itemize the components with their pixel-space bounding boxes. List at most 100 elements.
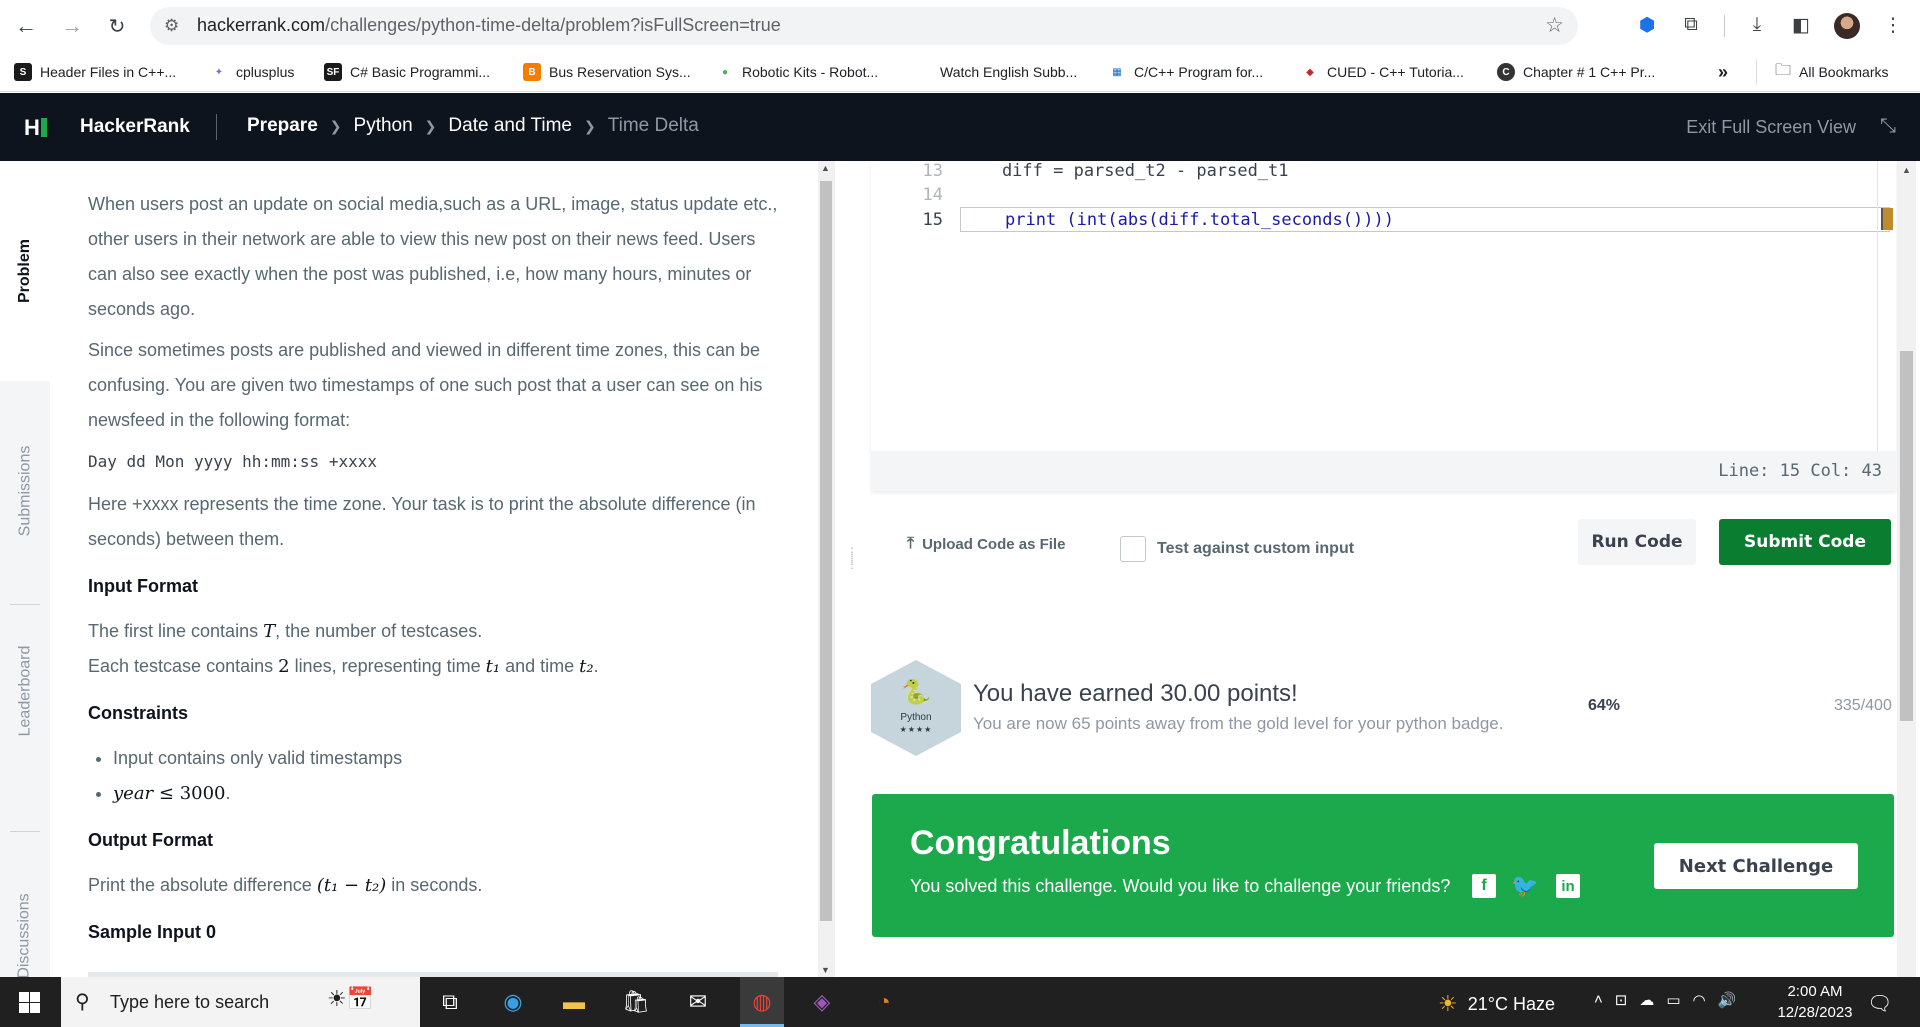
tab-leaderboard[interactable]: Leaderboard (0, 606, 50, 776)
next-challenge-button[interactable]: Next Challenge (1654, 843, 1858, 889)
cloud-icon[interactable]: ☁ (1639, 991, 1654, 1009)
upload-code-button[interactable]: ⤒ Upload Code as File (907, 535, 1065, 553)
taskbar-search-box[interactable]: ⚲ Type here to search ☀📅 (61, 977, 420, 1027)
file-explorer-icon[interactable]: ▬ (558, 987, 590, 1017)
overview-ruler-marker (1881, 208, 1893, 230)
edge-icon[interactable]: ◉ (497, 987, 529, 1017)
input-format-line: Each testcase contains 2 lines, represen… (88, 656, 599, 677)
custom-input-checkbox[interactable] (1120, 536, 1146, 562)
custom-input-toggle[interactable]: Test against custom input (1120, 536, 1354, 562)
badge-stars: ★★★★ (899, 725, 933, 734)
linkedin-icon[interactable]: in (1556, 874, 1580, 898)
points-earned: You have earned 30.00 points! (973, 680, 1298, 707)
tray-app-icon[interactable]: ⊡ (1615, 991, 1628, 1009)
bookmarks-divider (1756, 60, 1757, 84)
extension-icon[interactable]: ⬢ (1634, 12, 1660, 38)
breadcrumb-prepare[interactable]: Prepare (247, 115, 318, 137)
bookmark-item[interactable]: Watch English Subb... (914, 62, 1077, 82)
wifi-icon[interactable]: ◠ (1693, 991, 1706, 1009)
scroll-up-icon[interactable]: ▲ (821, 163, 830, 173)
code-editor[interactable]: 13 diff = parsed_t2 - parsed_t1 14 15 pr… (871, 161, 1896, 491)
side-panel-icon[interactable]: ◧ (1788, 12, 1814, 38)
volume-icon[interactable]: 🔊 (1718, 991, 1737, 1009)
bookmark-item[interactable]: B Bus Reservation Sys... (523, 62, 691, 82)
output-format-line: Print the absolute difference (t₁ − t₂) … (88, 875, 483, 896)
breadcrumb-date-and-time[interactable]: Date and Time (448, 115, 572, 137)
submit-code-button[interactable]: Submit Code (1719, 519, 1891, 565)
tab-problem[interactable]: Problem (0, 161, 50, 381)
bookmark-item[interactable]: C Chapter # 1 C++ Pr... (1497, 62, 1655, 82)
code-line[interactable]: 13 diff = parsed_t2 - parsed_t1 (871, 161, 1896, 186)
twitter-icon[interactable]: 🐦 (1511, 873, 1538, 898)
page-scrollbar[interactable]: ▲ (1897, 161, 1916, 977)
tray-chevron-up-icon[interactable]: ˄ (1594, 991, 1603, 1009)
extensions-puzzle-icon[interactable]: ⧉ (1678, 12, 1704, 38)
timestamp-format: Day dd Mon yyyy hh:mm:ss +xxxx (88, 452, 377, 471)
clock-time: 2:00 AM (1787, 983, 1843, 1000)
congrats-message: You solved this challenge. Would you lik… (910, 876, 1451, 896)
collapse-icon[interactable]: ⤡ (1880, 115, 1896, 138)
facebook-icon[interactable]: f (1472, 874, 1496, 898)
browser-toolbar: ← → ↻ ⚙ hackerrank.com/challenges/python… (0, 0, 1920, 52)
windows-start-icon[interactable] (19, 992, 40, 1013)
problem-scrollbar[interactable]: ▲ ▼ (818, 161, 835, 977)
weather-widget[interactable]: ☀ 21°C Haze (1438, 991, 1555, 1017)
editor-ruler (1877, 161, 1878, 451)
paint-icon[interactable]: ◈ (806, 987, 838, 1017)
bookmark-item[interactable]: ✦ cplusplus (210, 62, 295, 82)
scrollbar-thumb[interactable] (1900, 351, 1913, 721)
all-bookmarks[interactable]: 🗀 All Bookmarks (1775, 62, 1888, 82)
points-away-message: You are now 65 points away from the gold… (973, 714, 1504, 733)
bookmarks-bar: S Header Files in C++... ✦ cplusplus SF C# … (0, 52, 1920, 92)
notification-icon[interactable]: 🗨 (1867, 991, 1892, 1016)
constraints-list: Input contains only valid timestamps yea… (113, 741, 778, 811)
brand-name[interactable]: HackerRank (80, 116, 190, 138)
breadcrumb-python[interactable]: Python (354, 115, 413, 137)
scroll-down-icon[interactable]: ▼ (821, 965, 830, 975)
tab-divider (10, 831, 40, 832)
drag-handle-icon[interactable]: ⋮ ⋮ ⋮ (846, 546, 859, 570)
bookmark-item[interactable]: SF C# Basic Programmi... (324, 62, 490, 82)
tab-submissions[interactable]: Submissions (0, 381, 50, 601)
back-icon[interactable]: ← (12, 12, 40, 40)
weather-sun-icon: ☀ (1438, 991, 1458, 1016)
problem-paragraph: When users post an update on social medi… (88, 194, 778, 319)
chevron-right-icon: ❯ (329, 117, 342, 134)
site-info-icon[interactable]: ⚙ (164, 16, 179, 36)
forward-icon[interactable]: → (58, 12, 86, 40)
profile-avatar[interactable] (1834, 13, 1860, 39)
hackerrank-logo[interactable]: H (24, 115, 47, 141)
mail-icon[interactable]: ✉ (682, 987, 714, 1017)
exit-fullscreen-link[interactable]: Exit Full Screen View (1686, 117, 1856, 138)
scrollbar-thumb[interactable] (820, 181, 832, 921)
more-bookmarks-chevron-icon[interactable]: » (1718, 62, 1728, 82)
address-bar[interactable]: ⚙ hackerrank.com/challenges/python-time-… (150, 7, 1578, 45)
panel-resizer[interactable]: ⋮ ⋮ ⋮ (835, 161, 865, 977)
cursor-position: Line: 15 Col: 43 (1718, 461, 1882, 481)
run-code-button[interactable]: Run Code (1578, 519, 1696, 565)
bookmark-star-icon[interactable]: ☆ (1545, 13, 1564, 38)
badge-hexagon (871, 660, 961, 756)
download-icon[interactable]: ⤓ (1744, 12, 1770, 38)
bookmark-favicon: ● (721, 66, 729, 78)
bookmark-favicon: B (523, 63, 541, 81)
code-text[interactable]: diff = parsed_t2 - parsed_t1 (961, 161, 1289, 181)
code-line[interactable]: 15 print (int(abs(diff.total_seconds()))… (871, 210, 1896, 235)
task-view-icon[interactable]: ⧉ (434, 987, 466, 1017)
code-text[interactable]: print (int(abs(diff.total_seconds()))) (1005, 210, 1394, 230)
bookmark-favicon: ✦ (214, 66, 224, 78)
bookmark-item[interactable]: ◆ CUED - C++ Tutoria... (1301, 62, 1464, 82)
search-highlight-calendar-icon: ☀📅 (327, 986, 375, 1011)
menu-kebab-icon[interactable]: ⋮ (1880, 12, 1906, 38)
code-editor-app-icon[interactable]: ◔ (868, 987, 900, 1017)
bookmark-item[interactable]: ● Robotic Kits - Robot... (716, 62, 878, 82)
bookmark-item[interactable]: S Header Files in C++... (14, 62, 176, 82)
bookmark-item[interactable]: ▦ C/C++ Program for... (1108, 62, 1263, 82)
system-clock[interactable]: 2:00 AM 12/28/2023 (1770, 981, 1860, 1023)
bookmark-favicon: C (1497, 63, 1515, 81)
chrome-icon[interactable]: ◍ (746, 987, 778, 1017)
reload-icon[interactable]: ↻ (103, 12, 131, 40)
scroll-up-icon[interactable]: ▲ (1902, 165, 1911, 175)
battery-icon[interactable]: ▭ (1666, 991, 1680, 1009)
store-icon[interactable]: 🛍 (620, 987, 652, 1017)
